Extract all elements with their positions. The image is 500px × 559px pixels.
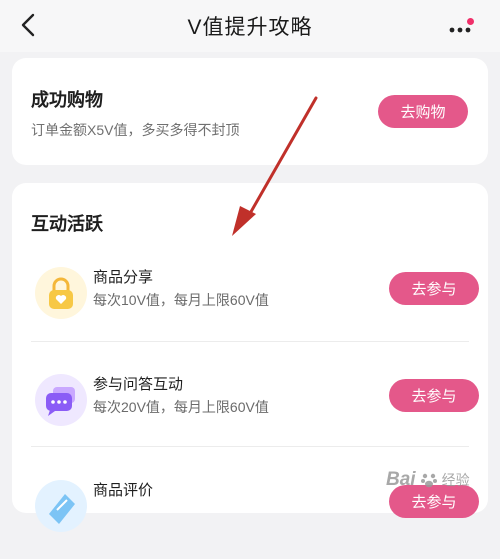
item-name: 商品分享 [93, 269, 154, 286]
shopping-title: 成功购物 [31, 90, 103, 110]
back-arrow-icon[interactable] [14, 10, 44, 40]
join-qa-button[interactable]: 去参与 [389, 379, 479, 412]
notification-dot [467, 18, 474, 25]
lock-heart-icon [35, 267, 87, 319]
list-item-qa: 参与问答互动 每次20V值，每月上限60V值 去参与 [12, 373, 488, 453]
page-title: V值提升攻略 [187, 16, 313, 39]
more-options-button[interactable] [442, 12, 482, 40]
item-name: 参与问答互动 [93, 376, 184, 393]
divider [31, 341, 469, 342]
interaction-title: 互动活跃 [31, 214, 103, 234]
shopping-card: 成功购物 订单金额X5V值，多买多得不封顶 去购物 [12, 58, 488, 165]
paw-icon [420, 473, 437, 488]
shopping-subtitle: 订单金额X5V值，多买多得不封顶 [31, 122, 240, 138]
watermark: Bai 经验 [386, 464, 494, 496]
item-desc: 每次20V值，每月上限60V值 [93, 399, 269, 415]
more-dots-icon [449, 27, 471, 33]
divider [31, 446, 469, 447]
review-icon [35, 480, 87, 532]
go-shopping-button[interactable]: 去购物 [378, 95, 468, 128]
item-desc: 每次10V值，每月上限60V值 [93, 292, 269, 308]
watermark-suffix: 经验 [441, 472, 470, 488]
item-name: 商品评价 [93, 482, 154, 499]
join-share-button[interactable]: 去参与 [389, 272, 479, 305]
top-bar: V值提升攻略 [0, 0, 500, 52]
watermark-brand: Bai [386, 469, 416, 490]
chat-bubble-icon [35, 374, 87, 426]
list-item-share: 商品分享 每次10V值，每月上限60V值 去参与 [12, 266, 488, 346]
